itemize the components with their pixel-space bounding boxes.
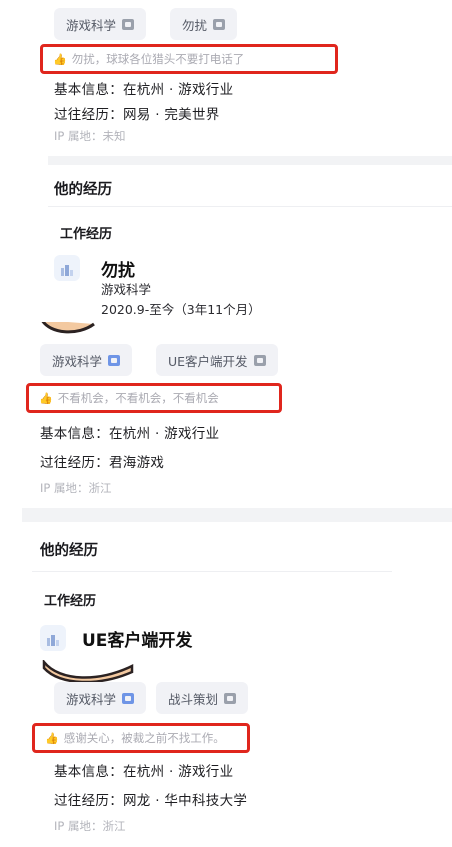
company-name[interactable]: UE客户端开发: [82, 626, 192, 651]
section-separator: [22, 508, 452, 522]
experience-section-title: 他的经历: [54, 182, 112, 198]
basic-info: 基本信息：在杭州 · 游戏行业: [40, 426, 220, 442]
experience-section-title: 他的经历: [40, 543, 98, 559]
tag-position[interactable]: 勿扰: [170, 8, 238, 40]
basic-info: 基本信息：在杭州 · 游戏行业: [54, 764, 234, 780]
employer-name: 游戏科学: [101, 282, 152, 297]
work-experience-title: 工作经历: [44, 594, 97, 609]
verified-blue-icon: [122, 692, 135, 704]
divider: [48, 206, 452, 207]
past-experience: 过往经历：君海游戏: [40, 455, 165, 471]
employment-period: 2020.9-至今（3年11个月）: [101, 302, 261, 317]
basic-info: 基本信息：在杭州 · 游戏行业: [54, 82, 234, 98]
profile-card-1: 游戏科学 勿扰 👍 勿扰，球球各位猎头不要打电话了 基本信息：在杭州 · 游戏行…: [0, 0, 452, 322]
status-message: 👍 勿扰，球球各位猎头不要打电话了: [40, 44, 338, 74]
tag-position[interactable]: 战斗策划: [156, 682, 249, 714]
avatar-hand-icon: [42, 660, 134, 684]
tag-grey-icon: [224, 692, 237, 704]
tag-company[interactable]: 游戏科学: [54, 682, 147, 714]
past-experience: 过往经历：网易 · 完美世界: [54, 107, 220, 123]
work-experience-title: 工作经历: [60, 227, 113, 242]
company-logo-icon: [40, 625, 66, 651]
ip-location: IP 属地：浙江: [54, 819, 126, 833]
tag-grey-icon: [253, 354, 266, 366]
thumb-up-icon: 👍: [45, 731, 59, 745]
tag-position[interactable]: UE客户端开发: [156, 344, 278, 376]
profile-card-3: 游戏科学 战斗策划 👍 感谢关心，被裁之前不找工作。 基本信息：在杭州 · 游戏…: [30, 660, 452, 847]
profile-card-2: 游戏科学 UE客户端开发 👍 不看机会，不看机会，不看机会 基本信息：在杭州 ·…: [22, 322, 452, 660]
tag-company[interactable]: 游戏科学: [40, 344, 133, 376]
status-message: 👍 感谢关心，被裁之前不找工作。: [32, 723, 250, 753]
company-logo-icon: [54, 255, 80, 281]
avatar-hand-icon: [41, 322, 95, 334]
status-message: 👍 不看机会，不看机会，不看机会: [26, 383, 282, 413]
ip-location: IP 属地：未知: [54, 129, 126, 143]
section-separator: [48, 156, 452, 165]
ip-location: IP 属地：浙江: [40, 481, 112, 495]
company-name[interactable]: 勿扰: [101, 256, 135, 281]
tag-company[interactable]: 游戏科学: [54, 8, 147, 40]
divider: [32, 571, 392, 572]
tag-grey-icon: [122, 18, 135, 30]
thumb-up-icon: 👍: [39, 391, 53, 405]
verified-blue-icon: [108, 354, 121, 366]
tag-grey-icon: [213, 18, 226, 30]
past-experience: 过往经历：网龙 · 华中科技大学: [54, 793, 248, 809]
thumb-up-icon: 👍: [53, 52, 67, 66]
